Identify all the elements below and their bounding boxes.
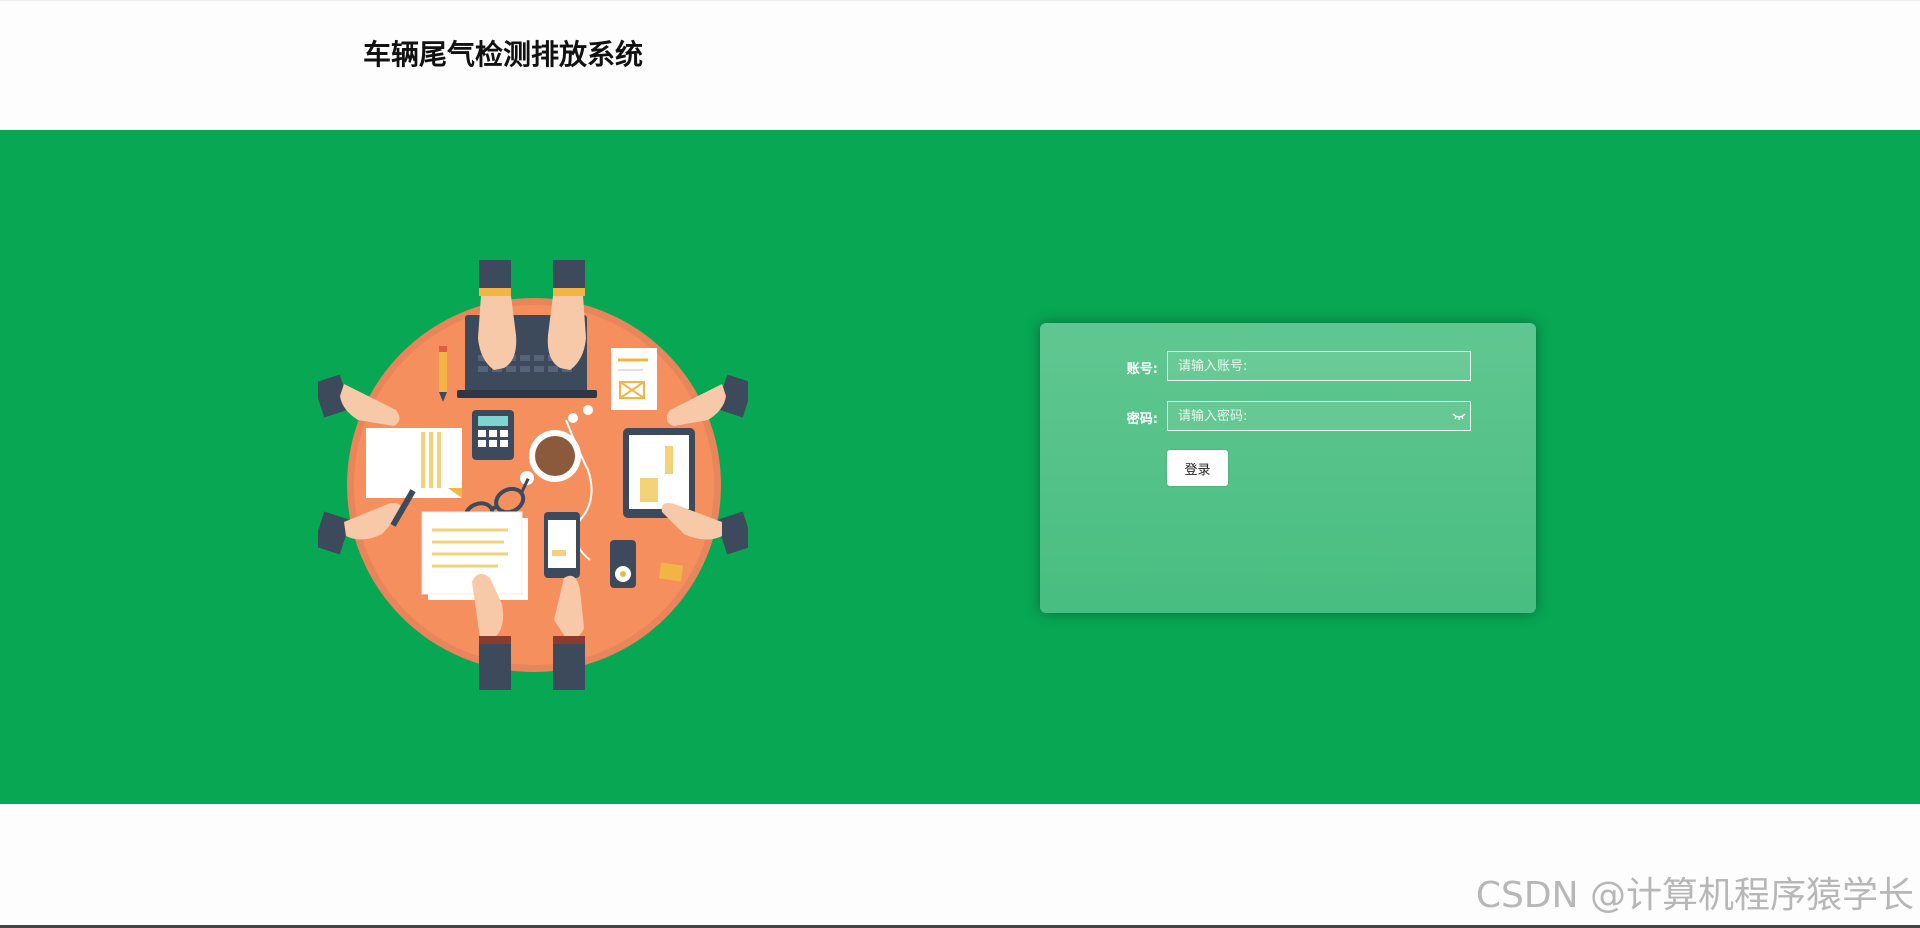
sleeve-bottom-right <box>553 644 585 690</box>
page: 车辆尾气检测排放系统 账号: 请输入账号: 密码: 登录 CSDN @计算机程序… <box>0 0 1920 928</box>
password-input[interactable] <box>1167 401 1471 431</box>
account-input[interactable] <box>1167 351 1471 381</box>
sleeve-top-right <box>553 260 585 290</box>
sticky-note-icon <box>658 562 684 582</box>
team-meeting-illustration <box>318 260 748 690</box>
document-icon <box>611 348 657 410</box>
hero-banner: 账号: 密码: 登录 <box>0 130 1920 804</box>
account-row: 账号: <box>1040 351 1536 383</box>
show-password-eye-icon[interactable] <box>1452 411 1466 421</box>
login-button[interactable]: 登录 <box>1167 450 1228 486</box>
sleeve-top-left <box>479 260 511 290</box>
top-header: 车辆尾气检测排放系统 <box>0 0 1920 131</box>
watermark-text: CSDN @计算机程序猿学长 <box>1475 875 1914 916</box>
password-row: 密码: <box>1040 401 1536 433</box>
account-label: 账号: <box>1126 362 1158 377</box>
notepad-icon <box>366 428 462 498</box>
site-title: 车辆尾气检测排放系统 <box>363 38 644 71</box>
password-label: 密码: <box>1126 412 1158 427</box>
login-form-panel: 账号: 密码: 登录 <box>1040 323 1536 613</box>
pencil-icon <box>439 350 447 392</box>
sleeve-bottom-left <box>479 644 511 690</box>
